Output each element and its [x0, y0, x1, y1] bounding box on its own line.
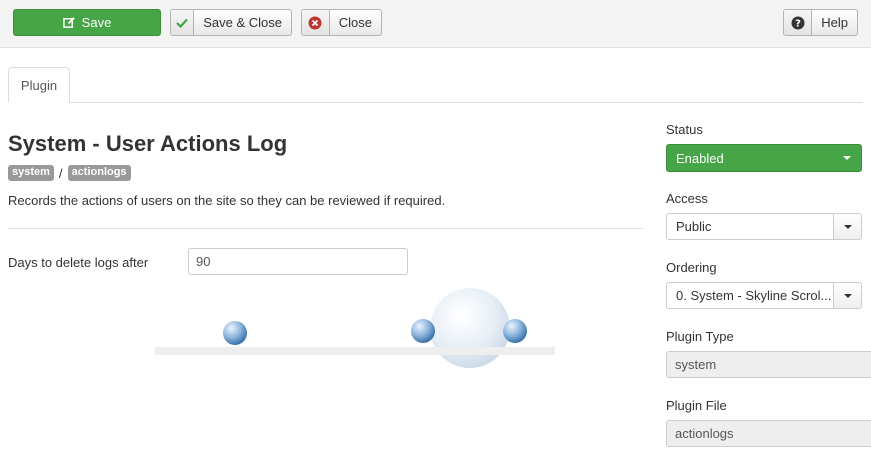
toolbar: Save Save & Close Close ? Help	[0, 0, 871, 48]
save-close-button-label: Save & Close	[203, 15, 282, 30]
ordering-value: 0. System - Skyline Scrol...	[676, 288, 832, 303]
divider	[8, 228, 643, 229]
ordering-select[interactable]: 0. System - Skyline Scrol...	[666, 282, 862, 309]
days-to-delete-label: Days to delete logs after	[8, 255, 149, 270]
status-select[interactable]: Enabled	[666, 144, 862, 172]
close-button[interactable]: Close	[301, 9, 382, 36]
check-icon	[171, 10, 195, 35]
help-button[interactable]: ? Help	[783, 9, 858, 36]
badge-separator: /	[58, 165, 63, 181]
access-select[interactable]: Public	[666, 213, 862, 240]
save-close-button[interactable]: Save & Close	[170, 9, 292, 36]
chevron-down-icon[interactable]	[833, 283, 861, 308]
access-value: Public	[676, 219, 712, 234]
status-value: Enabled	[676, 150, 724, 166]
save-button[interactable]: Save	[13, 9, 161, 36]
help-button-label: Help	[821, 15, 848, 30]
status-label: Status	[666, 122, 703, 137]
plugin-description: Records the actions of users on the site…	[8, 193, 446, 208]
tab-plugin[interactable]: Plugin	[8, 67, 70, 103]
edit-icon	[62, 16, 76, 29]
ordering-label: Ordering	[666, 260, 717, 275]
page-title: System - User Actions Log	[8, 131, 288, 156]
plugin-type-label: Plugin Type	[666, 329, 734, 344]
chevron-down-icon	[843, 156, 851, 160]
plugin-type-field: system	[666, 351, 871, 378]
element-badge: actionlogs	[67, 165, 131, 181]
tab-bar: Plugin	[8, 67, 863, 103]
question-icon: ?	[784, 10, 813, 35]
chevron-down-icon[interactable]	[833, 214, 861, 239]
days-to-delete-input[interactable]	[188, 248, 408, 275]
breadcrumb: system / actionlogs	[8, 165, 131, 181]
access-label: Access	[666, 191, 708, 206]
plugin-file-label: Plugin File	[666, 398, 727, 413]
folder-badge: system	[8, 165, 54, 181]
close-button-label: Close	[338, 15, 372, 30]
watermark-image	[150, 285, 570, 375]
close-circle-icon	[302, 10, 330, 35]
svg-text:?: ?	[795, 18, 801, 29]
plugin-file-field: actionlogs	[666, 420, 871, 447]
save-button-label: Save	[81, 15, 112, 30]
